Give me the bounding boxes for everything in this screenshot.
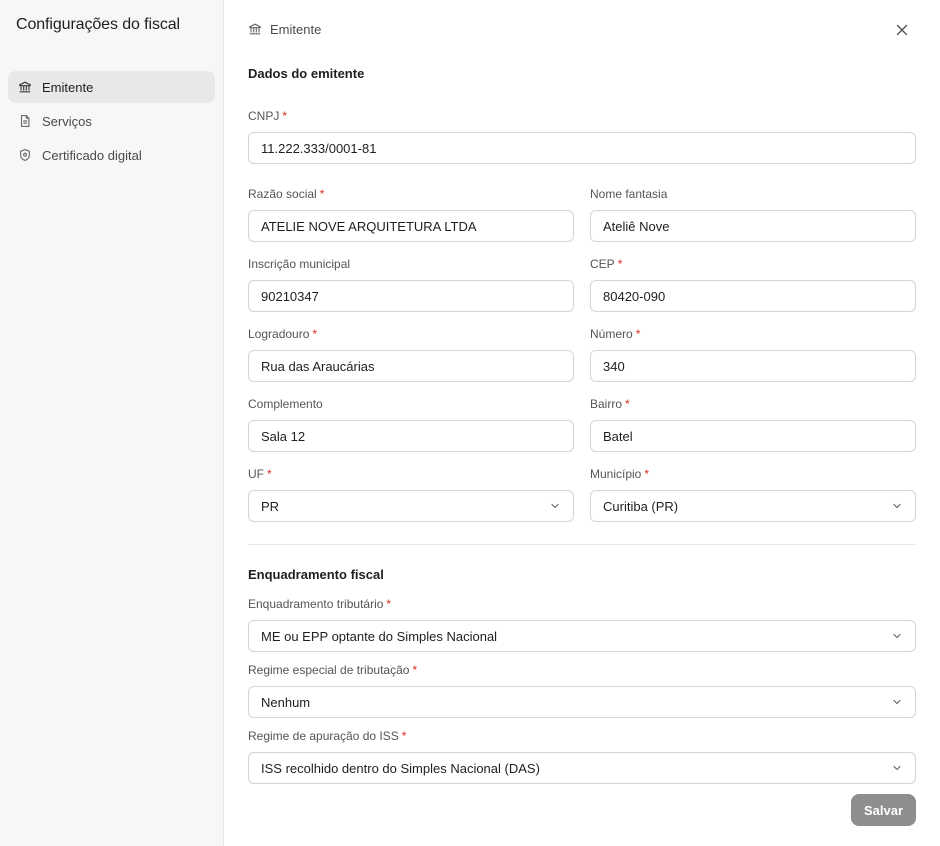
regime-especial-value: Nenhum xyxy=(261,694,311,710)
sidebar-item-certificado-digital[interactable]: Certificado digital xyxy=(8,139,215,171)
section-title-dados-emitente: Dados do emitente xyxy=(248,66,365,81)
regime-iss-value: ISS recolhido dentro do Simples Nacional… xyxy=(261,760,540,776)
cep-value: 80420-090 xyxy=(603,288,666,304)
chevron-down-icon xyxy=(549,499,563,513)
municipio-value: Curitiba (PR) xyxy=(603,498,679,514)
required-marker: * xyxy=(319,187,325,201)
chevron-down-icon xyxy=(891,761,905,775)
field-cep: CEP * 80420-090 xyxy=(590,257,916,312)
cep-input[interactable]: 80420-090 xyxy=(590,280,916,312)
bairro-label: Bairro xyxy=(590,397,623,411)
regime-especial-select[interactable]: Nenhum xyxy=(248,686,916,718)
sidebar: Configurações do fiscal Emitente Serviço… xyxy=(0,0,224,846)
main-panel: Emitente Dados do emitente CNPJ * 11.222.… xyxy=(224,0,940,846)
razao-social-label: Razão social xyxy=(248,187,317,201)
chevron-down-icon xyxy=(891,499,905,513)
municipio-select[interactable]: Curitiba (PR) xyxy=(590,490,916,522)
cnpj-input[interactable]: 11.222.333/0001-81 xyxy=(248,132,916,164)
required-marker: * xyxy=(267,467,272,481)
complemento-value: Sala 12 xyxy=(261,428,306,444)
uf-value: PR xyxy=(261,498,280,514)
field-razao-social: Razão social * ATELIE NOVE ARQUITETURA LT… xyxy=(248,187,574,242)
nome-fantasia-label: Nome fantasia xyxy=(590,187,668,201)
cep-label: CEP xyxy=(590,257,615,271)
shield-icon xyxy=(17,147,33,163)
regime-especial-label: Regime especial de tributação xyxy=(248,663,410,677)
required-marker: * xyxy=(312,327,318,341)
save-button[interactable]: Salvar xyxy=(851,794,916,826)
razao-social-input[interactable]: ATELIE NOVE ARQUITETURA LTDA xyxy=(248,210,574,242)
inscricao-municipal-input[interactable]: 90210347 xyxy=(248,280,574,312)
bank-icon xyxy=(248,21,264,37)
bairro-value: Batel xyxy=(603,428,633,444)
complemento-label: Complemento xyxy=(248,397,323,411)
field-cnpj: CNPJ * 11.222.333/0001-81 xyxy=(248,109,916,164)
required-marker: * xyxy=(644,467,650,481)
section-divider xyxy=(248,544,916,545)
section-title-enquadramento-fiscal: Enquadramento fiscal xyxy=(248,567,384,582)
complemento-input[interactable]: Sala 12 xyxy=(248,420,574,452)
document-icon xyxy=(17,113,33,129)
required-marker: * xyxy=(386,597,392,611)
field-bairro: Bairro * Batel xyxy=(590,397,916,452)
enquadramento-tributario-value: ME ou EPP optante do Simples Nacional xyxy=(261,628,498,644)
inscricao-municipal-value: 90210347 xyxy=(261,288,319,304)
sidebar-title: Configurações do fiscal xyxy=(16,16,181,33)
sidebar-item-label: Emitente xyxy=(42,79,94,95)
field-numero: Número * 340 xyxy=(590,327,916,382)
required-marker: * xyxy=(282,109,288,123)
required-marker: * xyxy=(625,397,630,411)
regime-iss-select[interactable]: ISS recolhido dentro do Simples Nacional… xyxy=(248,752,916,784)
required-marker: * xyxy=(617,257,623,271)
numero-input[interactable]: 340 xyxy=(590,350,916,382)
required-marker: * xyxy=(401,729,407,743)
chevron-down-icon xyxy=(891,629,905,643)
sidebar-item-servicos[interactable]: Serviços xyxy=(8,105,215,137)
field-logradouro: Logradouro * Rua das Araucárias xyxy=(248,327,574,382)
cnpj-label: CNPJ xyxy=(248,109,280,123)
field-enquadramento-tributario: Enquadramento tributário * ME ou EPP opta… xyxy=(248,597,916,652)
field-regime-especial: Regime especial de tributação * Nenhum xyxy=(248,663,916,718)
sidebar-item-emitente[interactable]: Emitente xyxy=(8,71,215,103)
nome-fantasia-input[interactable]: Ateliê Nove xyxy=(590,210,916,242)
field-uf: UF * PR xyxy=(248,467,574,522)
field-inscricao-municipal: Inscrição municipal 90210347 xyxy=(248,257,574,312)
field-regime-iss: Regime de apuração do ISS * ISS recolhido… xyxy=(248,729,916,784)
logradouro-label: Logradouro xyxy=(248,327,310,341)
sidebar-nav: Emitente Serviços Certificado digital xyxy=(8,71,215,173)
inscricao-municipal-label: Inscrição municipal xyxy=(248,257,351,271)
breadcrumb-label: Emitente xyxy=(270,21,322,37)
sidebar-item-label: Certificado digital xyxy=(42,147,142,163)
uf-label: UF xyxy=(248,467,264,481)
cnpj-value: 11.222.333/0001-81 xyxy=(261,140,377,156)
field-municipio: Município * Curitiba (PR) xyxy=(590,467,916,522)
bairro-input[interactable]: Batel xyxy=(590,420,916,452)
required-marker: * xyxy=(412,663,418,677)
field-nome-fantasia: Nome fantasia Ateliê Nove xyxy=(590,187,916,242)
nome-fantasia-value: Ateliê Nove xyxy=(603,218,670,234)
regime-iss-label: Regime de apuração do ISS xyxy=(248,729,399,743)
bank-icon xyxy=(17,79,33,95)
enquadramento-tributario-label: Enquadramento tributário xyxy=(248,597,384,611)
numero-value: 340 xyxy=(603,358,625,374)
numero-label: Número xyxy=(590,327,633,341)
close-button[interactable] xyxy=(892,20,912,40)
logradouro-input[interactable]: Rua das Araucárias xyxy=(248,350,574,382)
close-icon xyxy=(896,24,908,36)
razao-social-value: ATELIE NOVE ARQUITETURA LTDA xyxy=(261,218,477,234)
breadcrumb: Emitente xyxy=(248,21,321,37)
enquadramento-tributario-select[interactable]: ME ou EPP optante do Simples Nacional xyxy=(248,620,916,652)
field-complemento: Complemento Sala 12 xyxy=(248,397,574,452)
municipio-label: Município xyxy=(590,467,642,481)
required-marker: * xyxy=(635,327,641,341)
chevron-down-icon xyxy=(891,695,905,709)
uf-select[interactable]: PR xyxy=(248,490,574,522)
logradouro-value: Rua das Araucárias xyxy=(261,358,375,374)
sidebar-item-label: Serviços xyxy=(42,113,92,129)
